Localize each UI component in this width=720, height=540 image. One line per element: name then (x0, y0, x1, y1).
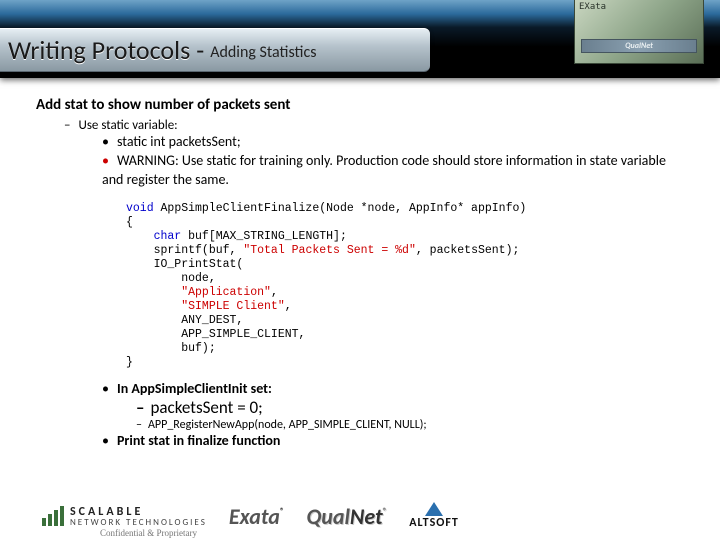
reg-icon: ® (383, 506, 388, 517)
bullet-icon: • (102, 380, 109, 397)
header-band: EXata QualNet Writing Protocols - Adding… (0, 0, 720, 78)
register-text: APP_RegisterNewApp(node, APP_SIMPLE_CLIE… (148, 418, 427, 432)
logo-scalable: SCALABLE NETWORK TECHNOLOGIES (42, 506, 207, 527)
code-line: sprintf(buf, (126, 244, 243, 257)
section-heading: Add stat to show number of packets sent (36, 96, 690, 114)
qualnet-a: Qual (306, 503, 350, 530)
code-line: , (285, 300, 292, 313)
triangle-icon (425, 502, 443, 516)
logo-exata: Exata® (229, 503, 285, 530)
code-line: APP_SIMPLE_CLIENT, (126, 328, 305, 341)
str-literal: "Application" (181, 286, 271, 299)
str-literal: "Total Packets Sent = %d" (243, 244, 416, 257)
code-line: buf); (126, 342, 216, 355)
set-zero-text: packetsSent = 0; (150, 397, 262, 418)
title-bar: Writing Protocols - Adding Statistics (0, 28, 430, 72)
bullet-icon: • (102, 133, 109, 150)
title-sep: - (196, 34, 204, 66)
post-section: • In AppSimpleClientInit set: –packetsSen… (36, 380, 690, 449)
kw-void: void (126, 202, 154, 215)
dash-bold-icon: – (136, 397, 144, 418)
code-line: , (271, 286, 278, 299)
logo-qualnet: QualNet® (306, 503, 387, 530)
init-text: In AppSimpleClientInit set: (117, 380, 272, 397)
altsoft-text: ALTSOFT (409, 516, 459, 530)
print-line: • Print stat in finalize function (102, 432, 690, 449)
dash-icon: – (64, 118, 70, 133)
content: Add stat to show number of packets sent … (36, 96, 690, 449)
corner-brand: QualNet (625, 41, 653, 51)
title-main: Writing Protocols (8, 34, 190, 66)
scalable-bottom: NETWORK TECHNOLOGIES (70, 517, 207, 528)
bullet-icon: • (102, 152, 109, 169)
kw-char: char (126, 230, 181, 243)
bullet-icon: • (102, 432, 109, 449)
scalable-text: SCALABLE NETWORK TECHNOLOGIES (70, 506, 207, 527)
reg-icon: ® (280, 506, 285, 517)
code-line: , packetsSent); (416, 244, 520, 257)
init-line: • In AppSimpleClientInit set: (102, 380, 690, 397)
code-line: IO_PrintStat( (126, 258, 243, 271)
code-block: void AppSimpleClientFinalize(Node *node,… (126, 202, 690, 370)
logo-altsoft: ALTSOFT (409, 502, 459, 530)
sub-heading: –Use static variable: (64, 118, 690, 133)
qualnet-b: Net (350, 503, 383, 530)
code-line: buf[MAX_STRING_LENGTH]; (181, 230, 347, 243)
code-line: ANY_DEST, (126, 314, 243, 327)
bullet-warning: •WARNING: Use static for training only. … (102, 152, 690, 190)
dash-icon: – (136, 418, 142, 432)
title-sub: Adding Statistics (210, 43, 316, 62)
exata-text: Exata (229, 503, 280, 530)
bullet-static: • static int packetsSent; (102, 133, 690, 152)
confidential-label: Confidential & Proprietary (100, 528, 197, 538)
use-static-label: Use static variable: (78, 118, 177, 133)
code-line: { (126, 216, 133, 229)
bullet-warning-text: WARNING: Use static for training only. P… (102, 152, 666, 188)
bullet-static-text: static int packetsSent; (117, 133, 241, 150)
corner-label: EXata (579, 2, 606, 12)
corner-thumbnail: EXata QualNet (574, 0, 704, 64)
code-line (126, 286, 181, 299)
corner-strip: QualNet (581, 39, 697, 53)
register-line: –APP_RegisterNewApp(node, APP_SIMPLE_CLI… (136, 418, 690, 432)
code-line: node, (126, 272, 216, 285)
bars-icon (42, 506, 64, 526)
code-line: } (126, 356, 133, 369)
code-line (126, 300, 181, 313)
footer-logos: SCALABLE NETWORK TECHNOLOGIES Exata® Qua… (42, 502, 700, 530)
set-zero: –packetsSent = 0; (136, 397, 690, 418)
code-line: AppSimpleClientFinalize(Node *node, AppI… (154, 202, 527, 215)
print-text: Print stat in finalize function (117, 432, 280, 449)
str-literal: "SIMPLE Client" (181, 300, 285, 313)
